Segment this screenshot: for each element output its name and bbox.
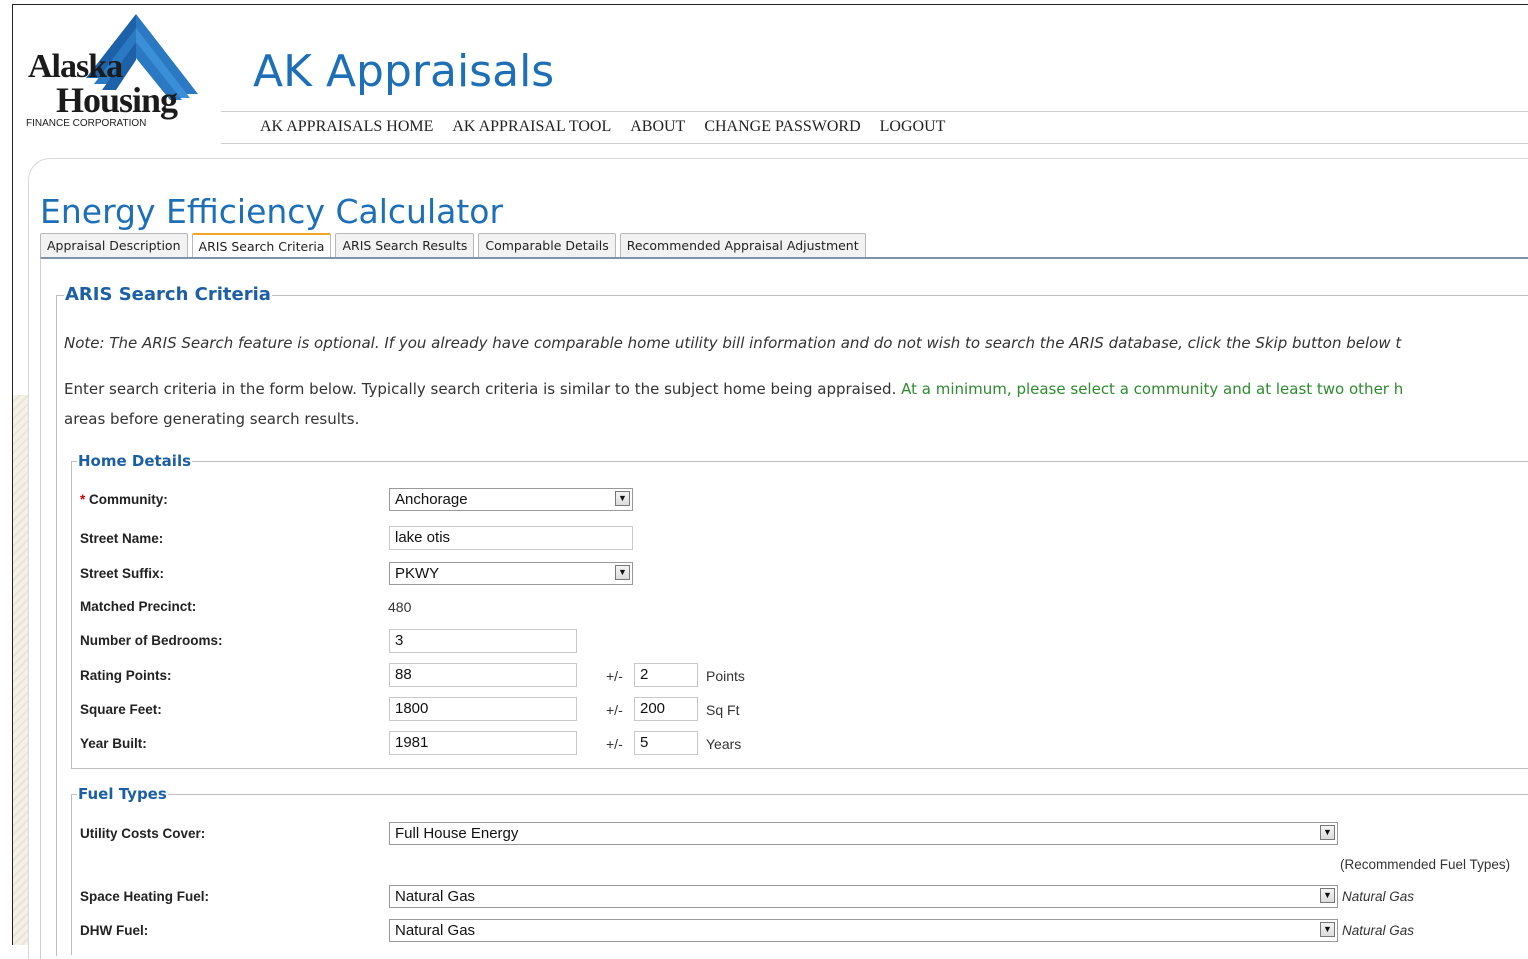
recommended-fuel-types-note: (Recommended Fuel Types) bbox=[1340, 857, 1511, 872]
background-pattern bbox=[13, 395, 29, 945]
chevron-down-icon: ▼ bbox=[615, 491, 630, 506]
optional-note: Note: The ARIS Search feature is optiona… bbox=[64, 334, 1402, 352]
community-select[interactable]: Anchorage ▼ bbox=[389, 488, 633, 511]
tab-bar: Appraisal Description ARIS Search Criter… bbox=[40, 233, 870, 258]
space-heating-label: Space Heating Fuel: bbox=[80, 889, 210, 904]
sqft-unit: Sq Ft bbox=[706, 702, 740, 718]
page-title: Energy Efficiency Calculator bbox=[40, 192, 504, 231]
site-title: AK Appraisals bbox=[253, 46, 555, 97]
year-plus-minus: +/- bbox=[606, 736, 623, 752]
year-built-label: Year Built: bbox=[80, 736, 147, 751]
year-unit: Years bbox=[706, 736, 742, 752]
community-select-value: Anchorage bbox=[395, 491, 468, 508]
tab-aris-search-criteria[interactable]: ARIS Search Criteria bbox=[191, 233, 332, 258]
rating-tolerance-input[interactable]: 2 bbox=[634, 663, 698, 687]
home-details-fieldset bbox=[71, 461, 1528, 769]
chevron-down-icon: ▼ bbox=[1320, 825, 1335, 840]
required-marker: * bbox=[80, 492, 86, 507]
fuel-types-legend: Fuel Types bbox=[77, 785, 168, 803]
sqft-plus-minus: +/- bbox=[606, 702, 623, 718]
matched-precinct-value: 480 bbox=[388, 599, 412, 615]
nav-divider-top bbox=[221, 111, 1528, 112]
dhw-fuel-select-value: Natural Gas bbox=[395, 922, 476, 939]
square-feet-input[interactable]: 1800 bbox=[389, 697, 577, 721]
space-heating-recommended: Natural Gas bbox=[1342, 889, 1415, 904]
bedrooms-label: Number of Bedrooms: bbox=[80, 633, 223, 648]
ahfc-logo[interactable]: Alaska Housing FINANCE CORPORATION bbox=[26, 14, 206, 134]
community-label-text: Community: bbox=[89, 492, 168, 507]
street-suffix-select-value: PKWY bbox=[395, 565, 440, 582]
nav-link-logout[interactable]: LOGOUT bbox=[880, 116, 946, 138]
year-built-input[interactable]: 1981 bbox=[389, 731, 577, 755]
tab-comparable-details[interactable]: Comparable Details bbox=[478, 233, 616, 257]
matched-precinct-label: Matched Precinct: bbox=[80, 599, 197, 614]
utility-costs-label: Utility Costs Cover: bbox=[80, 826, 206, 841]
search-instructions: Enter search criteria in the form below.… bbox=[64, 374, 1528, 434]
square-feet-label: Square Feet: bbox=[80, 702, 162, 717]
tab-aris-search-results[interactable]: ARIS Search Results bbox=[335, 233, 475, 257]
year-built-tolerance-input[interactable]: 5 bbox=[634, 731, 698, 755]
chevron-down-icon: ▼ bbox=[1320, 922, 1335, 937]
community-label: * Community: bbox=[80, 491, 168, 509]
logo-text-alaska: Alaska bbox=[28, 48, 123, 85]
street-name-label: Street Name: bbox=[80, 531, 164, 546]
street-suffix-label: Street Suffix: bbox=[80, 566, 165, 581]
logo-text-finance-corporation: FINANCE CORPORATION bbox=[26, 118, 147, 129]
bedrooms-input[interactable]: 3 bbox=[389, 629, 577, 653]
main-nav: AK APPRAISALS HOME AK APPRAISAL TOOL ABO… bbox=[260, 116, 964, 138]
dhw-fuel-label: DHW Fuel: bbox=[80, 923, 149, 938]
chevron-down-icon: ▼ bbox=[615, 565, 630, 580]
utility-costs-select[interactable]: Full House Energy ▼ bbox=[389, 822, 1338, 845]
instructions-text: Enter search criteria in the form below.… bbox=[64, 380, 902, 398]
utility-costs-select-value: Full House Energy bbox=[395, 825, 519, 842]
chevron-down-icon: ▼ bbox=[1320, 888, 1335, 903]
street-suffix-select[interactable]: PKWY ▼ bbox=[389, 562, 633, 585]
tab-recommended-appraisal-adjustment[interactable]: Recommended Appraisal Adjustment bbox=[619, 233, 866, 257]
rating-points-input[interactable]: 88 bbox=[389, 663, 577, 687]
instructions-minimum-text: At a minimum, please select a community … bbox=[901, 380, 1404, 398]
square-feet-tolerance-input[interactable]: 200 bbox=[634, 697, 698, 721]
logo-text-housing: Housing bbox=[56, 80, 178, 120]
tab-appraisal-description[interactable]: Appraisal Description bbox=[40, 233, 188, 257]
nav-divider-bottom bbox=[221, 143, 1528, 144]
rating-plus-minus: +/- bbox=[606, 668, 623, 684]
space-heating-select[interactable]: Natural Gas ▼ bbox=[389, 885, 1338, 908]
home-details-legend: Home Details bbox=[77, 452, 193, 470]
space-heating-select-value: Natural Gas bbox=[395, 888, 476, 905]
nav-link-home[interactable]: AK APPRAISALS HOME bbox=[260, 116, 433, 138]
nav-link-change-password[interactable]: CHANGE PASSWORD bbox=[704, 116, 860, 138]
dhw-fuel-recommended: Natural Gas bbox=[1342, 923, 1415, 938]
window-frame-top bbox=[12, 4, 1528, 5]
rating-unit: Points bbox=[706, 668, 745, 684]
rating-points-label: Rating Points: bbox=[80, 668, 172, 683]
nav-link-appraisal-tool[interactable]: AK APPRAISAL TOOL bbox=[452, 116, 611, 138]
nav-link-about[interactable]: ABOUT bbox=[630, 116, 685, 138]
street-name-input[interactable]: lake otis bbox=[389, 526, 633, 550]
instructions-text-continued: areas before generating search results. bbox=[64, 410, 360, 428]
section-title: ARIS Search Criteria bbox=[64, 284, 272, 306]
dhw-fuel-select[interactable]: Natural Gas ▼ bbox=[389, 919, 1338, 942]
